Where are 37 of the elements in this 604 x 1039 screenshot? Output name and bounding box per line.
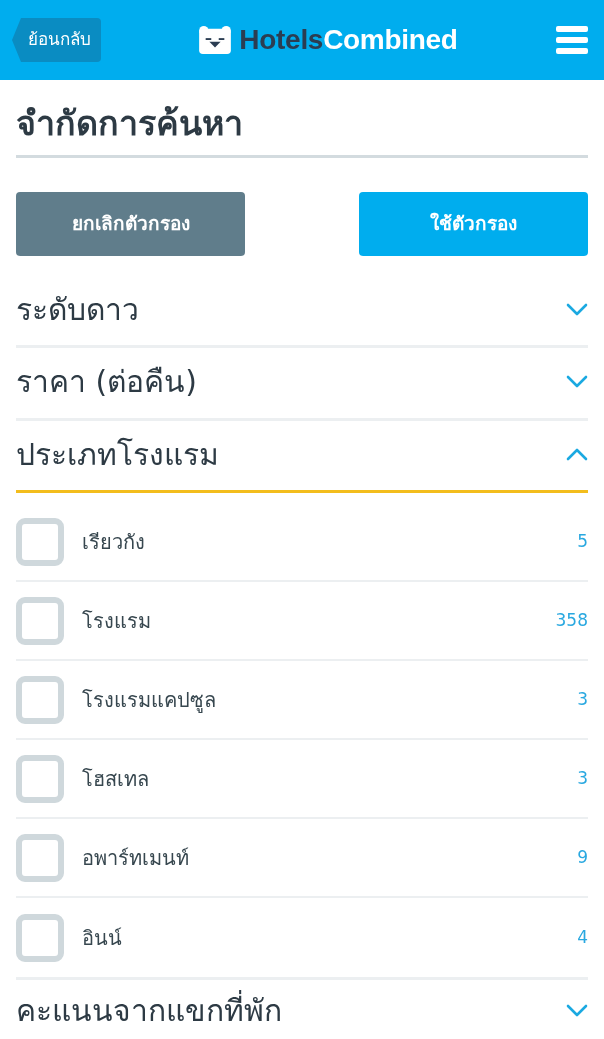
result-count: 9 bbox=[577, 845, 588, 869]
chevron-down-icon bbox=[566, 301, 588, 317]
result-count: 4 bbox=[577, 925, 588, 949]
result-count: 3 bbox=[577, 687, 588, 711]
option-label[interactable]: อพาร์ทเมนท์ bbox=[82, 842, 189, 873]
back-button[interactable]: ย้อนกลับ bbox=[12, 18, 101, 62]
page-title: จำกัดการค้นหา bbox=[16, 102, 244, 145]
checkbox[interactable] bbox=[16, 596, 64, 645]
checkbox[interactable] bbox=[16, 833, 64, 882]
filter-section-header[interactable]: คะแนนจากแขกที่พัก bbox=[16, 980, 588, 1036]
section-title: คะแนนจากแขกที่พัก bbox=[16, 992, 282, 1030]
filter-section-header[interactable]: ประเภทโรงแรม bbox=[16, 420, 588, 490]
option-label[interactable]: โฮสเทล bbox=[82, 763, 149, 794]
section-title: ระดับดาว bbox=[16, 290, 139, 328]
option-label[interactable]: เรียวกัง bbox=[82, 526, 145, 557]
option-label[interactable]: โรงแรม bbox=[82, 605, 151, 636]
option-label[interactable]: อินน์ bbox=[82, 922, 122, 953]
section-title: ประเภทโรงแรม bbox=[16, 435, 219, 473]
clear-filters-button[interactable]: ยกเลิกตัวกรอง bbox=[16, 191, 245, 256]
result-count: 358 bbox=[555, 608, 588, 632]
result-count: 5 bbox=[577, 529, 588, 553]
chevron-down-icon bbox=[566, 374, 588, 390]
checkbox[interactable] bbox=[16, 675, 64, 724]
chevron-up-icon bbox=[566, 446, 588, 462]
checkbox[interactable] bbox=[16, 913, 64, 962]
chevron-down-icon bbox=[566, 1003, 588, 1019]
menu-button[interactable] bbox=[556, 26, 588, 54]
menu-icon bbox=[556, 26, 588, 54]
checkbox[interactable] bbox=[16, 517, 64, 566]
logo-text: HotelsCombined bbox=[239, 26, 458, 54]
section-title: ราคา (ต่อคืน) bbox=[16, 363, 197, 401]
checkbox[interactable] bbox=[16, 754, 64, 803]
result-count: 3 bbox=[577, 766, 588, 790]
bear-logo-icon bbox=[199, 26, 232, 54]
filter-section-header[interactable]: ระดับดาว bbox=[16, 275, 588, 345]
filter-section-header[interactable]: ราคา (ต่อคืน) bbox=[16, 348, 588, 418]
option-label[interactable]: โรงแรมแคปซูล bbox=[82, 684, 216, 715]
